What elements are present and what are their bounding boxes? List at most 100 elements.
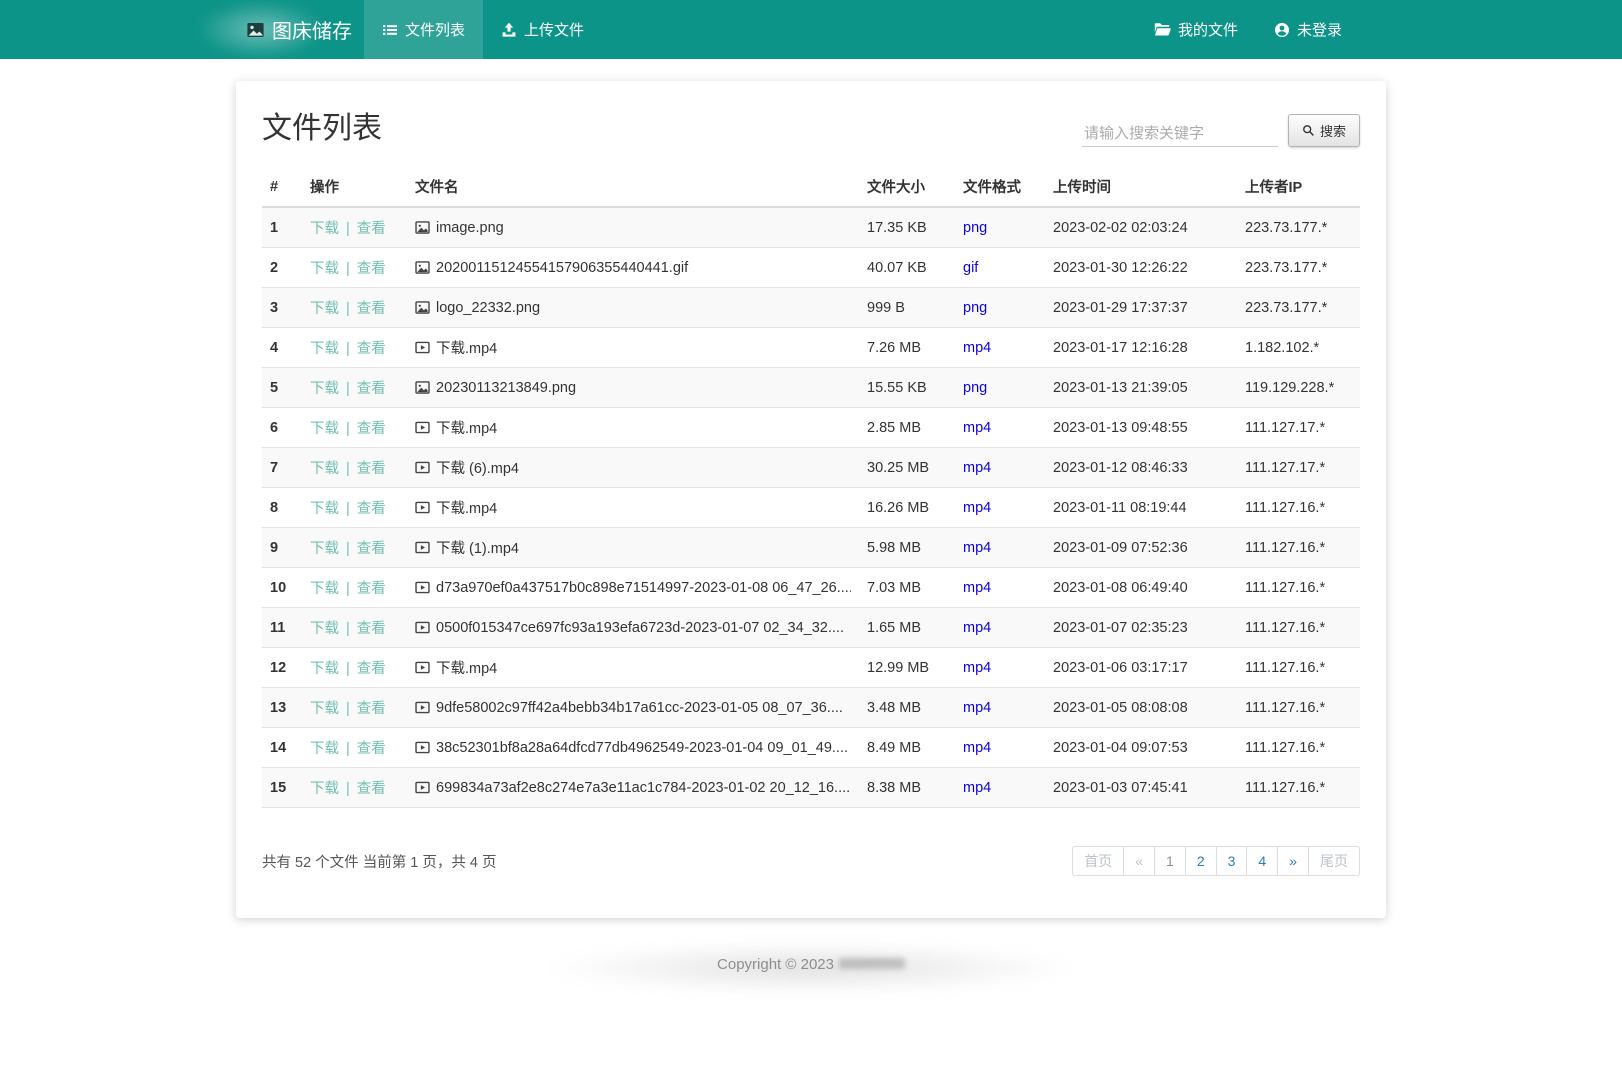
row-filename: 下载.mp4 bbox=[407, 647, 859, 688]
row-index: 14 bbox=[262, 727, 302, 768]
row-uploader-ip: 119.129.228.* bbox=[1237, 367, 1360, 408]
format-link[interactable]: gif bbox=[963, 260, 978, 276]
view-link[interactable]: 查看 bbox=[357, 421, 386, 437]
filename-text: 下载.mp4 bbox=[436, 661, 498, 677]
row-filename: 699834a73af2e8c274e7a3e11ac1c784-2023-01… bbox=[407, 767, 859, 808]
row-filename: 0500f015347ce697fc93a193efa6723d-2023-01… bbox=[407, 607, 859, 648]
row-format: png bbox=[955, 367, 1045, 408]
view-link[interactable]: 查看 bbox=[357, 541, 386, 557]
row-index: 5 bbox=[262, 367, 302, 408]
nav-item-label: 我的文件 bbox=[1177, 22, 1238, 39]
view-link[interactable]: 查看 bbox=[357, 301, 386, 317]
download-link[interactable]: 下载 bbox=[310, 701, 339, 717]
page-3-button[interactable]: 3 bbox=[1215, 846, 1248, 877]
nav-item-login-status[interactable]: 未登录 bbox=[1256, 0, 1360, 59]
download-link[interactable]: 下载 bbox=[310, 301, 339, 317]
row-index: 15 bbox=[262, 767, 302, 808]
nav-user-menu: 我的文件 未登录 bbox=[1136, 0, 1360, 59]
row-actions: 下载 | 查看 bbox=[302, 607, 407, 648]
download-link[interactable]: 下载 bbox=[310, 741, 339, 757]
download-link[interactable]: 下载 bbox=[310, 461, 339, 477]
nav-item-upload-file[interactable]: 上传文件 bbox=[483, 0, 602, 59]
download-link[interactable]: 下载 bbox=[310, 341, 339, 357]
view-link[interactable]: 查看 bbox=[357, 501, 386, 517]
search-area: 搜索 bbox=[1081, 114, 1360, 147]
view-link[interactable]: 查看 bbox=[357, 621, 386, 637]
format-link[interactable]: mp4 bbox=[963, 660, 991, 676]
nav-item-label: 文件列表 bbox=[405, 22, 466, 39]
download-link[interactable]: 下载 bbox=[310, 381, 339, 397]
row-uploader-ip: 111.127.17.* bbox=[1237, 407, 1360, 448]
search-input[interactable] bbox=[1081, 121, 1278, 147]
row-format: png bbox=[955, 207, 1045, 248]
download-link[interactable]: 下载 bbox=[310, 261, 339, 277]
view-link[interactable]: 查看 bbox=[357, 261, 386, 277]
download-link[interactable]: 下载 bbox=[310, 581, 339, 597]
next-page-button[interactable]: » bbox=[1277, 846, 1309, 877]
filename-text: 20230113213849.png bbox=[436, 379, 577, 396]
row-format: mp4 bbox=[955, 687, 1045, 728]
last-page-button: 尾页 bbox=[1308, 846, 1360, 877]
format-link[interactable]: mp4 bbox=[963, 580, 991, 596]
row-filename: 下载 (6).mp4 bbox=[407, 447, 859, 488]
filename-text: 下载.mp4 bbox=[436, 421, 498, 437]
table-row: 12 下载 | 查看 下载.mp4 12.99 MB mp4 2023-01-06 03:17… bbox=[262, 647, 1360, 688]
nav-menu: 文件列表 上传文件 bbox=[364, 0, 602, 59]
view-link[interactable]: 查看 bbox=[357, 381, 386, 397]
row-actions: 下载 | 查看 bbox=[302, 687, 407, 728]
view-link[interactable]: 查看 bbox=[357, 341, 386, 357]
video-icon bbox=[415, 500, 430, 515]
format-link[interactable]: png bbox=[963, 380, 987, 396]
format-link[interactable]: mp4 bbox=[963, 780, 991, 796]
format-link[interactable]: mp4 bbox=[963, 700, 991, 716]
page-2-button[interactable]: 2 bbox=[1184, 846, 1217, 877]
row-actions: 下载 | 查看 bbox=[302, 327, 407, 368]
format-link[interactable]: mp4 bbox=[963, 420, 991, 436]
column-header: 操作 bbox=[302, 167, 407, 208]
search-button[interactable]: 搜索 bbox=[1287, 114, 1360, 147]
view-link[interactable]: 查看 bbox=[357, 781, 386, 797]
prev-page-button: « bbox=[1123, 846, 1156, 877]
row-size: 5.98 MB bbox=[859, 527, 955, 568]
format-link[interactable]: mp4 bbox=[963, 620, 991, 636]
row-uploader-ip: 111.127.16.* bbox=[1237, 487, 1360, 528]
action-separator: | bbox=[346, 541, 350, 557]
row-index: 4 bbox=[262, 327, 302, 368]
view-link[interactable]: 查看 bbox=[357, 221, 386, 237]
download-link[interactable]: 下载 bbox=[310, 621, 339, 637]
nav-item-my-files[interactable]: 我的文件 bbox=[1136, 0, 1256, 59]
row-size: 17.35 KB bbox=[859, 207, 955, 248]
view-link[interactable]: 查看 bbox=[357, 701, 386, 717]
brand-link[interactable]: 图床储存 bbox=[236, 0, 364, 59]
format-link[interactable]: png bbox=[963, 300, 987, 316]
filename-cell: logo_22332.png bbox=[415, 300, 851, 316]
format-link[interactable]: mp4 bbox=[963, 460, 991, 476]
download-link[interactable]: 下载 bbox=[310, 661, 339, 677]
download-link[interactable]: 下载 bbox=[310, 221, 339, 237]
download-link[interactable]: 下载 bbox=[310, 501, 339, 517]
row-filename: 下载.mp4 bbox=[407, 407, 859, 448]
action-separator: | bbox=[346, 581, 350, 597]
format-link[interactable]: mp4 bbox=[963, 500, 991, 516]
row-actions: 下载 | 查看 bbox=[302, 487, 407, 528]
nav-item-file-list[interactable]: 文件列表 bbox=[364, 0, 484, 59]
format-link[interactable]: mp4 bbox=[963, 540, 991, 556]
page-4-button[interactable]: 4 bbox=[1246, 846, 1279, 877]
download-link[interactable]: 下载 bbox=[310, 541, 339, 557]
row-filename: 下载.mp4 bbox=[407, 327, 859, 368]
format-link[interactable]: mp4 bbox=[963, 740, 991, 756]
view-link[interactable]: 查看 bbox=[357, 661, 386, 677]
format-link[interactable]: png bbox=[963, 220, 987, 236]
view-link[interactable]: 查看 bbox=[357, 461, 386, 477]
action-separator: | bbox=[346, 461, 350, 477]
format-link[interactable]: mp4 bbox=[963, 340, 991, 356]
view-link[interactable]: 查看 bbox=[357, 581, 386, 597]
row-upload-time: 2023-01-04 09:07:53 bbox=[1045, 727, 1237, 768]
filename-cell: 下载 (1).mp4 bbox=[415, 537, 851, 558]
action-separator: | bbox=[346, 781, 350, 797]
row-filename: 下载.mp4 bbox=[407, 487, 859, 528]
download-link[interactable]: 下载 bbox=[310, 781, 339, 797]
download-link[interactable]: 下载 bbox=[310, 421, 339, 437]
row-upload-time: 2023-01-29 17:37:37 bbox=[1045, 287, 1237, 328]
view-link[interactable]: 查看 bbox=[357, 741, 386, 757]
